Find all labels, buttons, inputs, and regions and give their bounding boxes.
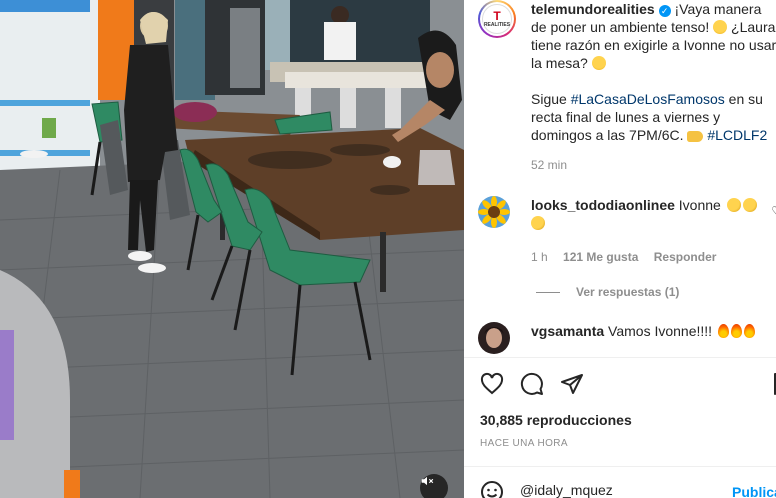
paper-plane-icon bbox=[561, 374, 583, 394]
comment-likes[interactable]: 121 Me gusta bbox=[563, 250, 638, 264]
comment-meta: 1 h 121 Me gusta Responder bbox=[531, 250, 728, 264]
post-panel: T REALITIES telemundorealities ✓ ¡Vaya m… bbox=[464, 0, 776, 498]
fire-emoji-icon bbox=[730, 324, 742, 338]
caption-line-3-pre: Sigue bbox=[531, 91, 571, 107]
comment-avatar[interactable] bbox=[478, 322, 510, 354]
hashtag-link[interactable]: #LCDLF2 bbox=[707, 127, 767, 143]
post-caption: T REALITIES telemundorealities ✓ ¡Vaya m… bbox=[478, 0, 776, 184]
view-replies-button[interactable]: Ver respuestas (1) bbox=[536, 285, 679, 299]
share-button[interactable] bbox=[560, 372, 586, 398]
comment-item: vgsamanta Vamos Ivonne!!!! bbox=[478, 322, 776, 358]
fire-emoji-icon bbox=[743, 324, 755, 338]
publish-button[interactable]: Publicar bbox=[732, 484, 776, 498]
like-button[interactable] bbox=[480, 372, 506, 398]
comment-text: looks_tododiaonlinee Ivonne bbox=[531, 196, 761, 232]
comment-input[interactable] bbox=[520, 482, 720, 498]
divider-line bbox=[536, 292, 560, 294]
speaker-muted-icon bbox=[421, 476, 434, 486]
comment-content: Vamos Ivonne!!!! bbox=[608, 323, 713, 339]
clapping-hands-emoji-icon bbox=[742, 198, 757, 212]
comment-avatar[interactable] bbox=[478, 196, 510, 228]
post-timestamp: 52 min bbox=[531, 158, 568, 172]
post-username[interactable]: telemundorealities bbox=[531, 1, 655, 17]
save-button[interactable] bbox=[770, 372, 776, 398]
comment-text: vgsamanta Vamos Ivonne!!!! bbox=[531, 322, 761, 340]
video-frame bbox=[0, 0, 464, 498]
comment-time: 1 h bbox=[531, 250, 548, 264]
tired-face-emoji-icon bbox=[713, 20, 728, 34]
post-video[interactable] bbox=[0, 0, 464, 498]
posted-time: HACE UNA HORA bbox=[480, 438, 568, 449]
add-comment-bar: Publicar bbox=[480, 478, 776, 498]
smiley-icon[interactable] bbox=[480, 480, 504, 498]
avatar[interactable]: T REALITIES bbox=[478, 0, 516, 38]
mute-button[interactable] bbox=[420, 474, 448, 498]
comment-icon bbox=[520, 372, 543, 395]
caption-text: telemundorealities ✓ ¡Vaya manera de pon… bbox=[531, 0, 776, 144]
heart-icon bbox=[480, 372, 504, 395]
view-count[interactable]: 30,885 reproducciones bbox=[480, 412, 632, 428]
comment-button[interactable] bbox=[520, 372, 546, 398]
hashtag-link[interactable]: #LaCasaDeLosFamosos bbox=[571, 91, 725, 107]
sunflower-avatar-image bbox=[478, 196, 510, 228]
verified-badge-icon: ✓ bbox=[658, 5, 671, 17]
section-divider bbox=[464, 466, 776, 467]
action-bar bbox=[480, 372, 776, 398]
bookmark-icon bbox=[774, 373, 776, 395]
comment-username[interactable]: looks_tododiaonlinee bbox=[531, 197, 675, 213]
clapping-hands-emoji-icon bbox=[726, 198, 741, 212]
profile-photo-image bbox=[478, 322, 510, 354]
telemundo-logo: T REALITIES bbox=[482, 4, 512, 34]
comment-like-heart-icon[interactable]: ♡ bbox=[771, 204, 776, 218]
comment-username[interactable]: vgsamanta bbox=[531, 323, 604, 339]
comment-item: looks_tododiaonlinee Ivonne ♡ 1 h 121 Me… bbox=[478, 196, 776, 276]
reply-button[interactable]: Responder bbox=[654, 250, 717, 264]
clapping-hands-emoji-icon bbox=[531, 216, 545, 230]
thinking-face-emoji-icon bbox=[591, 56, 606, 70]
section-divider bbox=[464, 357, 776, 358]
pointing-hand-emoji-icon bbox=[687, 131, 704, 142]
view-replies-label: Ver respuestas (1) bbox=[576, 285, 680, 299]
fire-emoji-icon bbox=[717, 324, 729, 338]
comment-content: Ivonne bbox=[678, 197, 721, 213]
